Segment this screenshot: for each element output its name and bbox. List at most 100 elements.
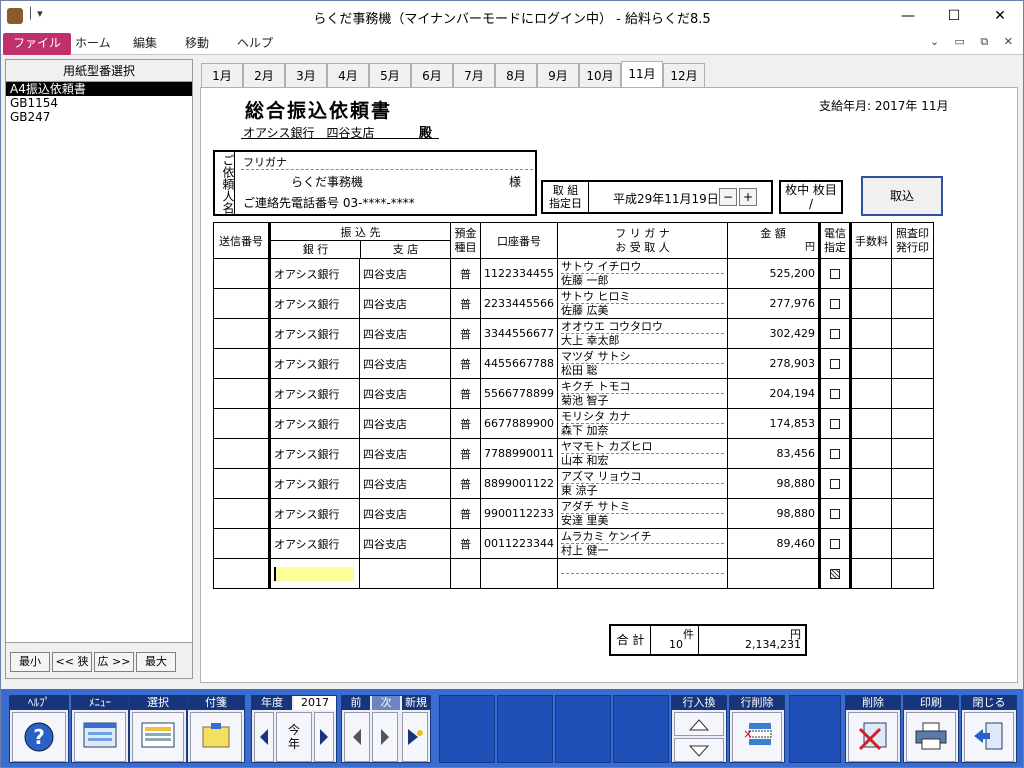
send-no-cell[interactable] <box>213 528 270 559</box>
bank-cell[interactable]: オアシス銀行 <box>268 258 360 289</box>
denshin-cell[interactable] <box>819 318 852 349</box>
kind-cell[interactable]: 普 <box>450 468 481 499</box>
denshin-cell[interactable] <box>819 378 852 409</box>
send-no-cell[interactable] <box>213 288 270 319</box>
select-button[interactable] <box>132 712 184 762</box>
send-no-cell[interactable] <box>213 408 270 439</box>
account-cell[interactable]: 6677889900 <box>480 408 558 439</box>
fee-cell[interactable] <box>850 438 892 469</box>
amount-cell[interactable]: 302,429 <box>727 318 821 349</box>
branch-cell[interactable]: 四谷支店 <box>359 468 451 499</box>
tab-month-8[interactable]: 8月 <box>495 63 537 87</box>
kind-cell[interactable] <box>450 558 481 589</box>
transfer-date-value[interactable]: 平成29年11月19日 <box>613 190 719 207</box>
kind-cell[interactable]: 普 <box>450 378 481 409</box>
widen-button[interactable]: 広 >> <box>94 652 134 672</box>
tab-home[interactable]: ホーム <box>65 33 121 55</box>
stamp-cell[interactable] <box>891 378 934 409</box>
kind-cell[interactable]: 普 <box>450 408 481 439</box>
amount-cell[interactable]: 204,194 <box>727 378 821 409</box>
send-no-cell[interactable] <box>213 498 270 529</box>
bank-cell[interactable]: オアシス銀行 <box>268 348 360 379</box>
fee-cell[interactable] <box>850 318 892 349</box>
account-cell[interactable]: 4455667788 <box>480 348 558 379</box>
tab-month-6[interactable]: 6月 <box>411 63 453 87</box>
account-cell[interactable]: 8899001122 <box>480 468 558 499</box>
min-width-button[interactable]: 最小 <box>10 652 50 672</box>
form-type-item[interactable]: A4振込依頼書 <box>6 82 192 96</box>
bank-cell[interactable]: オアシス銀行 <box>268 318 360 349</box>
stamp-cell[interactable] <box>891 348 934 379</box>
denshin-checkbox[interactable] <box>830 569 840 579</box>
tab-month-12[interactable]: 12月 <box>663 63 705 87</box>
payee-cell[interactable]: キクチ トモコ 菊池 智子 <box>557 378 728 409</box>
account-cell[interactable] <box>480 558 558 589</box>
send-no-cell[interactable] <box>213 258 270 289</box>
bank-cell[interactable]: オアシス銀行 <box>268 468 360 499</box>
bank-cell-edit[interactable] <box>268 558 360 589</box>
row-delete-button[interactable]: × <box>732 712 782 762</box>
send-no-cell[interactable] <box>213 558 270 589</box>
kind-cell[interactable]: 普 <box>450 258 481 289</box>
form-type-item[interactable]: GB1154 <box>6 96 192 110</box>
account-cell[interactable]: 1122334455 <box>480 258 558 289</box>
stamp-cell[interactable] <box>891 408 934 439</box>
menu-button[interactable] <box>74 712 126 762</box>
row-up-button[interactable] <box>674 712 724 736</box>
delete-button[interactable] <box>848 712 898 762</box>
kind-cell[interactable]: 普 <box>450 318 481 349</box>
account-cell[interactable]: 5566778899 <box>480 378 558 409</box>
payee-cell[interactable]: アダチ サトミ 安達 里美 <box>557 498 728 529</box>
year-next-button[interactable] <box>314 712 334 762</box>
tab-month-3[interactable]: 3月 <box>285 63 327 87</box>
print-button[interactable] <box>906 712 956 762</box>
kind-cell[interactable]: 普 <box>450 528 481 559</box>
denshin-checkbox[interactable] <box>830 389 840 399</box>
fee-cell[interactable] <box>850 558 892 589</box>
stamp-cell[interactable] <box>891 468 934 499</box>
tab-month-2[interactable]: 2月 <box>243 63 285 87</box>
help-button[interactable]: ? <box>12 712 66 762</box>
denshin-checkbox[interactable] <box>830 329 840 339</box>
denshin-cell[interactable] <box>819 288 852 319</box>
payee-cell[interactable]: サトウ ヒロミ 佐藤 広美 <box>557 288 728 319</box>
send-no-cell[interactable] <box>213 438 270 469</box>
account-cell[interactable]: 0011223344 <box>480 528 558 559</box>
send-no-cell[interactable] <box>213 348 270 379</box>
denshin-cell[interactable] <box>819 498 852 529</box>
new-record-button[interactable] <box>402 712 428 762</box>
send-no-cell[interactable] <box>213 318 270 349</box>
close-screen-button[interactable] <box>964 712 1014 762</box>
payee-cell[interactable]: ムラカミ ケンイチ 村上 健一 <box>557 528 728 559</box>
stamp-cell[interactable] <box>891 318 934 349</box>
denshin-cell[interactable] <box>819 438 852 469</box>
tab-month-9[interactable]: 9月 <box>537 63 579 87</box>
fee-cell[interactable] <box>850 498 892 529</box>
fee-cell[interactable] <box>850 408 892 439</box>
year-prev-button[interactable] <box>254 712 274 762</box>
branch-cell[interactable]: 四谷支店 <box>359 318 451 349</box>
form-type-item[interactable]: GB247 <box>6 110 192 124</box>
stamp-cell[interactable] <box>891 528 934 559</box>
kind-cell[interactable]: 普 <box>450 438 481 469</box>
send-no-cell[interactable] <box>213 468 270 499</box>
amount-cell[interactable]: 277,976 <box>727 288 821 319</box>
denshin-cell[interactable] <box>819 558 852 589</box>
fee-cell[interactable] <box>850 348 892 379</box>
amount-cell[interactable] <box>727 558 821 589</box>
amount-cell[interactable]: 89,460 <box>727 528 821 559</box>
prev-record-button[interactable] <box>344 712 370 762</box>
fee-cell[interactable] <box>850 258 892 289</box>
bank-cell[interactable]: オアシス銀行 <box>268 528 360 559</box>
bank-cell[interactable]: オアシス銀行 <box>268 498 360 529</box>
tab-edit[interactable]: 編集 <box>123 33 167 55</box>
date-increment-button[interactable]: + <box>739 188 757 206</box>
import-button[interactable]: 取込 <box>861 176 943 216</box>
payee-cell[interactable]: サトウ イチロウ 佐藤 一郎 <box>557 258 728 289</box>
maximize-button[interactable]: ☐ <box>931 1 977 31</box>
mdi-controls[interactable]: ⌄ ▭ ⧉ ✕ <box>930 35 1019 49</box>
denshin-cell[interactable] <box>819 468 852 499</box>
tab-file[interactable]: ファイル <box>3 33 72 55</box>
branch-cell[interactable]: 四谷支店 <box>359 408 451 439</box>
bank-cell[interactable]: オアシス銀行 <box>268 408 360 439</box>
